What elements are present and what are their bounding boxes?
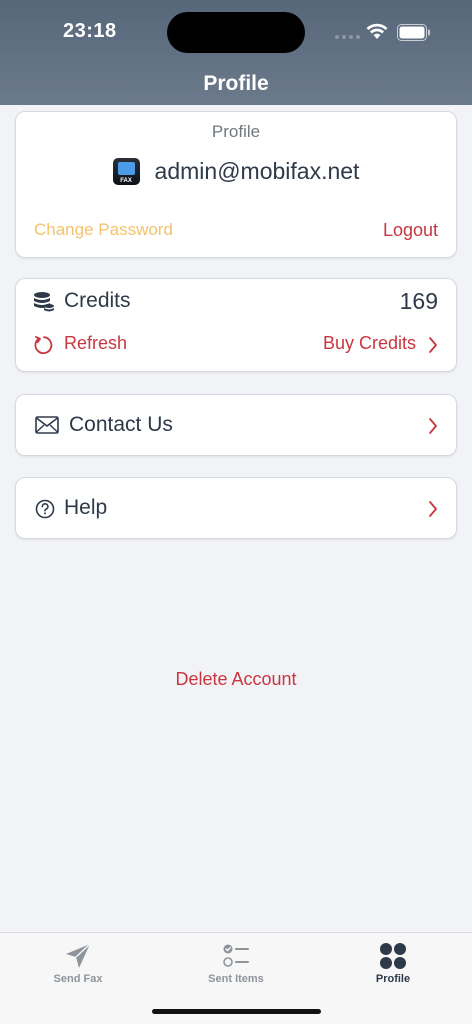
user-email: admin@mobifax.net [154,158,360,184]
credits-value: 169 [399,288,438,314]
coins-icon [34,292,54,312]
help-label: Help [64,496,108,519]
user-row: FAX admin@mobifax.net [16,158,456,185]
tab-label: Sent Items [208,973,264,985]
change-password-button[interactable]: Change Password [34,220,173,240]
page-title: Profile [203,72,269,95]
profile-card-label: Profile [211,122,261,141]
buy-credits-button[interactable]: Buy Credits [323,333,416,354]
tab-label: Profile [375,973,411,985]
battery-icon [397,24,430,41]
credits-label: Credits [64,289,131,312]
wifi-icon [366,23,388,39]
chevron-right-icon [429,418,437,434]
paper-plane-icon [66,943,91,968]
logo-text: FAX [120,178,132,184]
help-row[interactable]: Help [15,477,457,539]
tab-sent-items[interactable]: Sent Items [166,941,306,985]
logout-button[interactable]: Logout [383,220,438,241]
contact-us-label: Contact Us [69,413,173,436]
chevron-right-icon[interactable] [428,336,438,354]
tab-label: Send Fax [53,973,103,985]
home-indicator [152,1009,321,1014]
envelope-icon [35,416,59,434]
contact-us-row[interactable]: Contact Us [15,394,457,456]
delete-account-button[interactable]: Delete Account [0,669,472,690]
navigation-header: 23:18 Profile [0,0,472,105]
tab-profile[interactable]: Profile [323,941,463,985]
credits-card: Credits 169 Refresh Buy Credits [15,278,457,372]
status-time: 23:18 [63,20,117,42]
refresh-button[interactable]: Refresh [64,333,127,354]
question-circle-icon [35,499,55,519]
refresh-icon[interactable] [33,335,53,355]
profile-card: Profile FAX admin@mobifax.net Change Pas… [15,111,457,258]
dynamic-island [167,12,305,53]
chevron-right-icon [429,501,437,517]
mobifax-logo-icon: FAX [112,158,140,185]
cellular-signal-icon [335,35,360,39]
grid-dots-icon [380,943,406,969]
checklist-icon [223,944,249,967]
tab-send-fax[interactable]: Send Fax [8,941,148,985]
